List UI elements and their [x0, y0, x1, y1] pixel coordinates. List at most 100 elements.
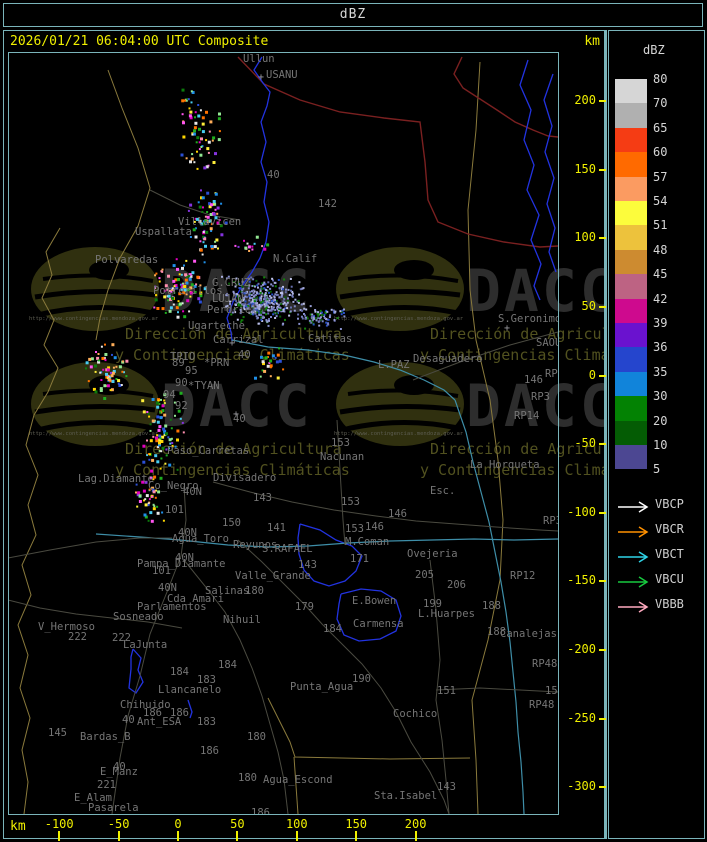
map-label: RP48 [532, 658, 557, 670]
vbcp-arrow-icon [617, 498, 651, 517]
map-label: Agua_Toro [172, 533, 229, 545]
map-label: Llancanelo [158, 684, 221, 696]
map-label: 171 [350, 553, 369, 565]
scale-boundary-label: 54 [653, 194, 668, 208]
map-label: N.Calif [273, 253, 317, 265]
map-label: LaJunta [123, 639, 167, 651]
map-label: 180 [247, 731, 266, 743]
map-label: Carmensa [353, 618, 404, 630]
vector-label: VBCT [655, 547, 684, 561]
map-label: 146 [365, 521, 384, 533]
map-label: 89 [172, 357, 185, 369]
radar-echo-cluster [234, 235, 270, 252]
map-label: 190 [352, 673, 371, 685]
map-border-path [95, 69, 151, 341]
scale-color-block [615, 225, 647, 250]
map-road-path [8, 537, 172, 559]
map-label: E_Manz [100, 766, 138, 778]
scale-color-block [615, 396, 647, 421]
map-label: 222 [68, 631, 87, 643]
map-river2-path [95, 533, 558, 548]
map-label: RP3 [543, 515, 558, 527]
map-label: 153 [345, 523, 364, 535]
scale-boundary-label: 39 [653, 316, 668, 330]
map-label: E.Bowen [352, 595, 396, 607]
map-label: Ovejeria [407, 548, 458, 560]
map-label: Nacunan [320, 451, 364, 463]
scale-boundary-label: 60 [653, 145, 668, 160]
map-label: Desaguadero [413, 353, 483, 365]
scale-boundary-label: 10 [653, 438, 668, 452]
map-label: Esc. [430, 485, 455, 497]
vbct-arrow-icon [617, 548, 651, 567]
map-label: 40 [238, 349, 251, 361]
map-label: 188 [482, 600, 501, 612]
vbcr-arrow-icon [617, 523, 651, 542]
map-label: Cochico [393, 708, 437, 720]
vector-label: VBBB [655, 597, 684, 611]
map-label: 95 [185, 365, 198, 377]
bottom-axis-unit-label: km [10, 819, 26, 834]
map-label: Punta_Agua [290, 681, 353, 693]
map-label: 94 [163, 389, 176, 401]
map-label: 92 [175, 400, 188, 412]
map-border-path [467, 61, 504, 814]
map-label: Polvaredas [95, 254, 158, 266]
map-label: La Horqueta [470, 459, 540, 471]
map-label: 90 [175, 377, 188, 389]
map-label: Bardas_B [80, 731, 131, 743]
map-label: 180 [238, 772, 257, 784]
map-label: SAOU [536, 337, 558, 349]
scale-boundary-label: 20 [653, 413, 668, 428]
scale-color-block [615, 347, 647, 372]
map-label: RP12 [510, 570, 535, 582]
map-label: L.PAZ [378, 359, 410, 371]
map-border-path [267, 697, 471, 760]
map-label: Pampa_Diamante [137, 558, 226, 570]
map-label: 101 [165, 504, 184, 516]
map-label: RP3 [531, 391, 550, 403]
vector-label: VBCR [655, 522, 684, 536]
map-river-path [543, 73, 557, 273]
scale-color-block [615, 298, 647, 323]
scale-color-block [615, 176, 647, 201]
map-label: 153 [331, 437, 350, 449]
radar-echo-cluster [254, 347, 285, 380]
scale-boundary-label: 51 [653, 218, 668, 233]
scale-color-block [615, 323, 647, 348]
map-label: RP3 [545, 368, 558, 380]
scale-boundary-label: 35 [653, 364, 668, 379]
map-label: Ugarteche [188, 320, 245, 332]
map-label: 151 [437, 685, 456, 697]
radar-echo-cluster [85, 343, 129, 400]
vbcu-arrow-icon [617, 573, 651, 592]
map-label: M.Coman [345, 536, 389, 548]
map-label: 146 [524, 374, 543, 386]
map-border2-path [453, 56, 558, 138]
radar-echo-cluster [181, 88, 195, 116]
map-label: Valle_Grande [235, 570, 311, 582]
map-label: Ullun [243, 53, 275, 65]
map-label: Ant_ESA [137, 716, 182, 728]
radar-echo-cluster [180, 104, 221, 170]
legend-title: dBZ [643, 43, 665, 57]
map-label: 40 [233, 413, 246, 425]
scale-boundary-label: 45 [653, 267, 668, 282]
map-label: 150 [222, 517, 241, 529]
scale-color-block [615, 420, 647, 445]
map-label: 146 [388, 508, 407, 520]
map-label: 40 [267, 169, 280, 181]
map-label: 179 [295, 601, 314, 613]
scale-boundary-label: 42 [653, 291, 668, 306]
map-border2-path [237, 56, 558, 248]
scale-color-block [615, 274, 647, 299]
vector-label: VBCU [655, 572, 684, 586]
map-label: 180 [245, 585, 264, 597]
scale-color-block [615, 152, 647, 177]
scale-color-block [615, 371, 647, 397]
map-label: S.RAFAEL [262, 543, 313, 555]
map-label: 186 [200, 745, 219, 757]
scale-boundary-label: 48 [653, 242, 668, 257]
map-label: Sta.Isabel [374, 790, 437, 802]
map-label: USANU [266, 69, 298, 81]
